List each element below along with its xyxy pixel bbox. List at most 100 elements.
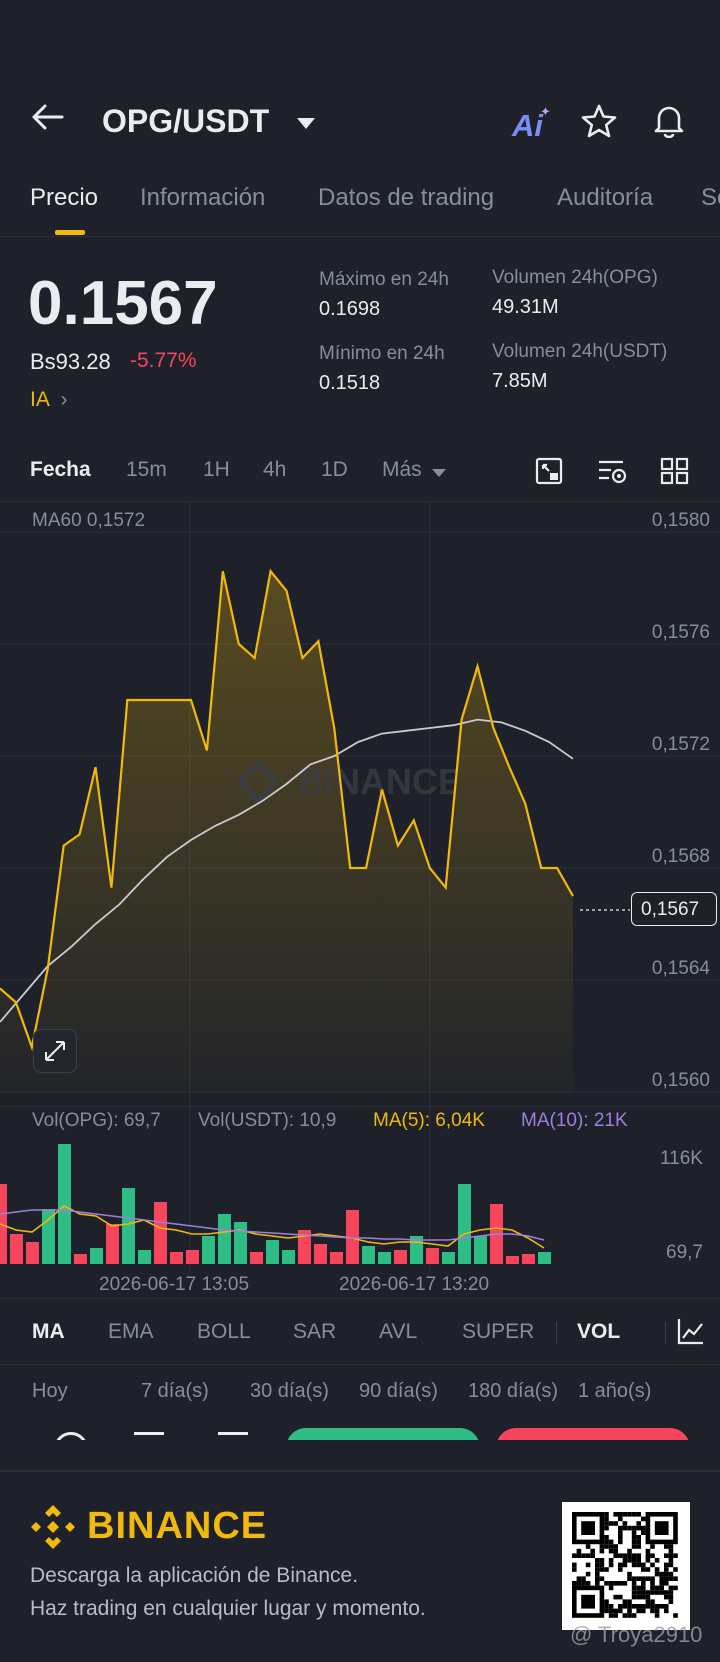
y-axis-label: 0,1572 — [652, 734, 710, 755]
volume-bar — [90, 1248, 103, 1264]
vol-quote-label: Volumen 24h(USDT) — [492, 341, 668, 362]
volume-bar — [218, 1214, 231, 1264]
indicator-boll[interactable]: BOLL — [197, 1320, 251, 1344]
indicator-ema[interactable]: EMA — [108, 1320, 154, 1344]
vol-usdt-label: Vol(USDT): 10,9 — [198, 1110, 337, 1131]
volume-bar — [186, 1250, 199, 1264]
qr-code — [562, 1502, 690, 1630]
tab-datos-trading[interactable]: Datos de trading — [318, 184, 494, 212]
y-axis-label: 0,1568 — [652, 846, 710, 867]
bell-icon[interactable] — [651, 102, 687, 143]
vol-quote-value: 7.85M — [492, 370, 548, 392]
tab-informacion[interactable]: Información — [140, 184, 265, 212]
buy-button[interactable] — [286, 1428, 480, 1440]
expand-chart-button[interactable] — [33, 1029, 77, 1073]
period-7d[interactable]: 7 día(s) — [141, 1380, 209, 1403]
tab-more[interactable]: Se — [701, 184, 720, 212]
price-chart[interactable]: BINANCE 0,15800,15760,15720,15680,15640,… — [0, 502, 720, 1302]
indicator-divider — [0, 1298, 720, 1299]
indicator-sar[interactable]: SAR — [293, 1320, 336, 1344]
volume-bar — [266, 1240, 279, 1264]
interval-fecha[interactable]: Fecha — [30, 458, 91, 482]
volume-bar — [106, 1224, 119, 1264]
user-watermark: @ Troya2910 — [570, 1622, 703, 1647]
vol-opg-label: Vol(OPG): 69,7 — [32, 1110, 161, 1131]
volume-bar — [426, 1248, 439, 1264]
chart-settings-icon[interactable] — [597, 456, 629, 491]
period-90d[interactable]: 90 día(s) — [359, 1380, 438, 1403]
interval-1h[interactable]: 1H — [203, 458, 230, 482]
x-axis-label: 2026-06-17 13:20 — [339, 1274, 490, 1295]
ma60-legend: MA60 0,1572 — [32, 510, 146, 531]
fiat-price: Bs93.28 — [30, 349, 111, 374]
indicator-separator — [665, 1322, 666, 1344]
volume-bar — [138, 1250, 151, 1264]
period-hoy[interactable]: Hoy — [32, 1380, 68, 1403]
volume-bar — [506, 1256, 519, 1264]
vol-base-label: Volumen 24h(OPG) — [492, 267, 658, 288]
volume-bar — [522, 1254, 535, 1264]
tab-precio[interactable]: Precio — [30, 184, 98, 212]
volume-bar — [170, 1252, 183, 1264]
interval-1d[interactable]: 1D — [321, 458, 348, 482]
y-axis-label: 0,1560 — [652, 1070, 710, 1091]
indicator-chart-icon[interactable] — [676, 1316, 706, 1351]
period-1y[interactable]: 1 año(s) — [578, 1380, 651, 1403]
tab-auditoria[interactable]: Auditoría — [557, 184, 653, 212]
pair-title[interactable]: OPG/USDT — [102, 103, 269, 140]
volume-bar — [234, 1222, 247, 1264]
ia-link[interactable]: IA › — [30, 388, 68, 412]
x-axis-label: 2026-06-17 13:05 — [99, 1274, 250, 1295]
alert-icon[interactable] — [134, 1432, 164, 1440]
caret-down-icon — [432, 465, 446, 483]
footer-line1: Descarga la aplicación de Binance. — [30, 1564, 359, 1587]
more-icon[interactable] — [54, 1432, 88, 1440]
sparkle-icon: ✦ — [540, 104, 551, 119]
ai-button[interactable]: Ai — [512, 108, 543, 144]
indicator-ma[interactable]: MA — [32, 1320, 65, 1344]
indicator-super[interactable]: SUPER — [462, 1320, 534, 1344]
sell-button[interactable] — [496, 1428, 690, 1440]
vol-ma5-label: MA(5): 6,04K — [373, 1110, 485, 1131]
volume-bar — [330, 1252, 343, 1264]
volume-bar — [122, 1188, 135, 1264]
y-axis-label: 0,1576 — [652, 622, 710, 643]
volume-bar — [10, 1234, 23, 1264]
y-axis-label: 0,1564 — [652, 958, 711, 979]
interval-15m[interactable]: 15m — [126, 458, 167, 482]
chart-expand-icon[interactable] — [535, 456, 565, 491]
vol-y-label-top: 116K — [660, 1148, 703, 1169]
indicator-vol[interactable]: VOL — [577, 1320, 620, 1344]
chevron-right-icon: › — [60, 388, 68, 411]
indicator-row-divider — [0, 1364, 720, 1365]
volume-bar — [538, 1252, 551, 1264]
volume-bar — [314, 1244, 327, 1264]
volume-bar — [42, 1209, 55, 1264]
period-180d[interactable]: 180 día(s) — [468, 1380, 558, 1403]
chevron-down-icon[interactable] — [296, 117, 316, 131]
price-change: -5.77% — [130, 349, 197, 372]
interval-mas[interactable]: Más — [382, 458, 422, 482]
tab-underline — [55, 230, 85, 235]
high-value: 0.1698 — [319, 298, 381, 320]
volume-bar — [26, 1242, 39, 1264]
y-axis-label: 0,1580 — [652, 510, 710, 531]
volume-bar — [474, 1236, 487, 1264]
footer-brand: BINANCE — [87, 1505, 268, 1547]
volume-bar — [362, 1246, 375, 1264]
indicator-avl[interactable]: AVL — [379, 1320, 417, 1344]
share-icon[interactable] — [218, 1432, 248, 1440]
footer-line2: Haz trading en cualquier lugar y momento… — [30, 1597, 426, 1620]
volume-bar — [58, 1144, 71, 1264]
indicator-separator — [556, 1322, 557, 1344]
vol-ma10-label: MA(10): 21K — [521, 1110, 628, 1131]
star-icon[interactable] — [581, 104, 617, 143]
back-arrow-icon[interactable] — [30, 102, 66, 132]
volume-bar — [250, 1252, 263, 1264]
period-30d[interactable]: 30 día(s) — [250, 1380, 329, 1403]
volume-bar — [378, 1252, 391, 1264]
low-value: 0.1518 — [319, 372, 381, 394]
grid-layout-icon[interactable] — [660, 456, 690, 491]
interval-4h[interactable]: 4h — [263, 458, 286, 482]
volume-bar — [458, 1184, 471, 1264]
